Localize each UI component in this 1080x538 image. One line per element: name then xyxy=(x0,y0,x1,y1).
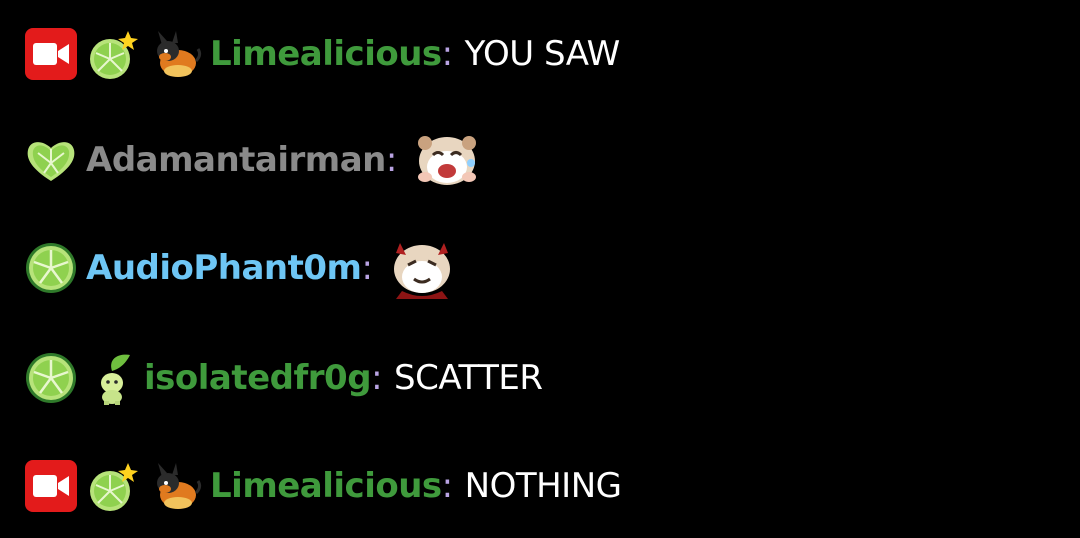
message-text: YOU SAW xyxy=(464,34,621,74)
lime-sparkle-icon[interactable] xyxy=(86,27,140,81)
video-camera-icon[interactable] xyxy=(24,459,78,513)
separator: : xyxy=(385,140,397,180)
chat-message: AudioPhant0m : xyxy=(24,237,460,301)
lime-sparkle-icon[interactable] xyxy=(86,459,140,513)
username[interactable]: Limealicious xyxy=(210,466,442,506)
pokemon-tepig-icon[interactable] xyxy=(148,459,202,513)
laughing-hamster-emote xyxy=(409,125,485,195)
separator: : xyxy=(441,34,453,74)
username[interactable]: Limealicious xyxy=(210,34,442,74)
chat-message: Limealicious : NOTHING xyxy=(24,456,622,516)
lime-heart-icon[interactable] xyxy=(24,133,78,187)
separator: : xyxy=(371,358,383,398)
video-camera-icon[interactable] xyxy=(24,27,78,81)
lime-slice-icon[interactable] xyxy=(24,351,78,405)
separator: : xyxy=(441,466,453,506)
separator: : xyxy=(361,248,373,288)
chat-feed: Limealicious : YOU SAW Adamantairman : A… xyxy=(0,0,1080,538)
message-text: NOTHING xyxy=(464,466,622,506)
username[interactable]: isolatedfr0g xyxy=(144,358,372,398)
pokemon-chikorita-icon[interactable] xyxy=(90,351,136,405)
chat-message: Limealicious : YOU SAW xyxy=(24,24,620,84)
message-text: SCATTER xyxy=(394,358,543,398)
lime-slice-icon[interactable] xyxy=(24,241,78,295)
username[interactable]: Adamantairman xyxy=(86,140,386,180)
username[interactable]: AudioPhant0m xyxy=(86,248,362,288)
chat-message: isolatedfr0g : SCATTER xyxy=(24,348,543,408)
pokemon-tepig-icon[interactable] xyxy=(148,27,202,81)
chat-message: Adamantairman : xyxy=(24,129,485,193)
devil-hamster-emote xyxy=(384,233,460,303)
